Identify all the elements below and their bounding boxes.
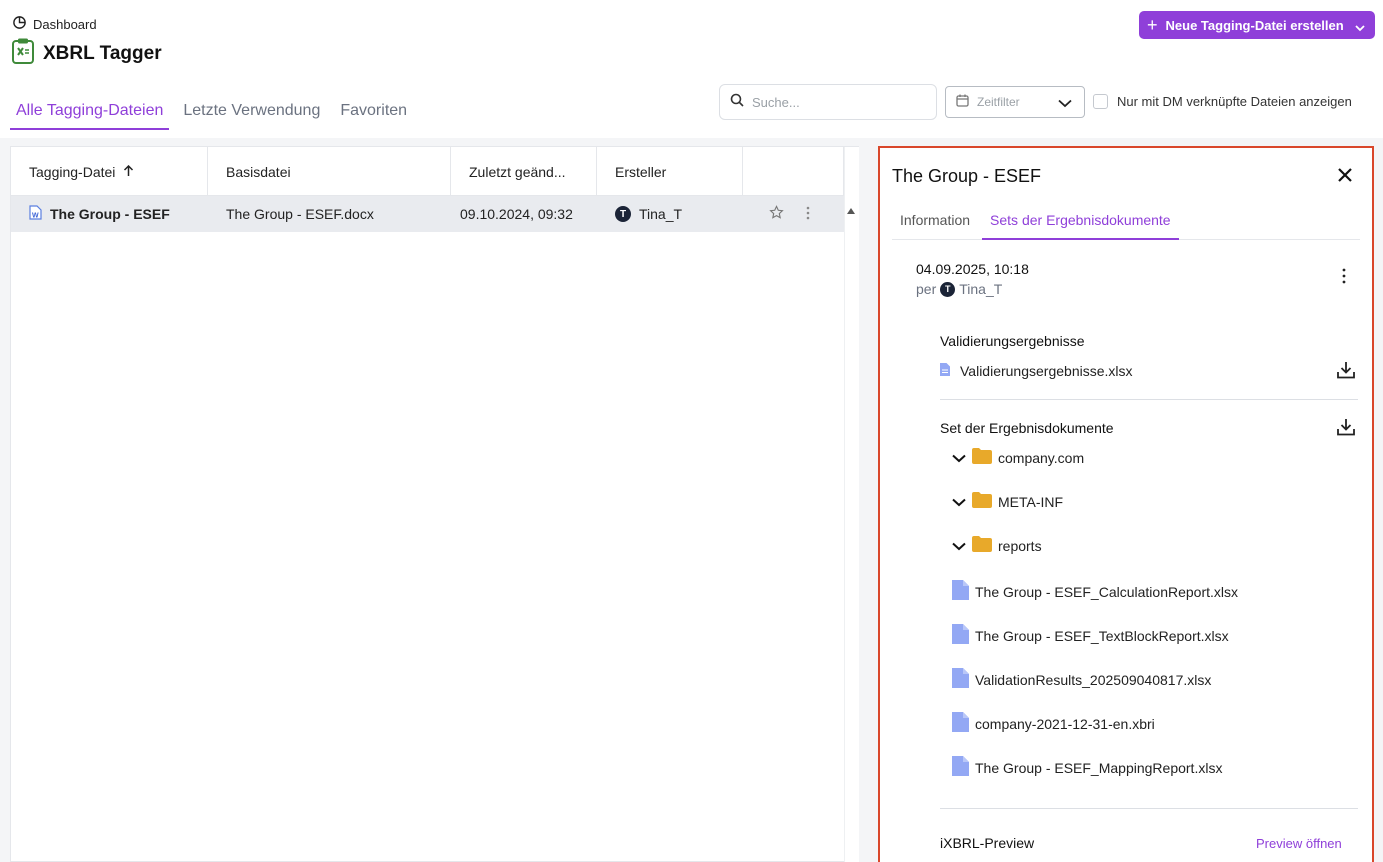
main-tabs: Alle Tagging-Dateien Letzte Verwendung F… [10,98,421,130]
star-icon[interactable] [769,205,784,223]
column-header-last-modified[interactable]: Zuletzt geänd... [451,147,597,196]
avatar: T [615,206,631,222]
table-header: Tagging-Datei Basisdatei Zuletzt geänd..… [11,147,844,196]
xbrl-tagger-logo-icon [12,38,34,70]
set-timestamp: 04.09.2025, 10:18 [916,261,1029,277]
column-header-actions [743,147,844,196]
dm-linked-checkbox[interactable] [1093,94,1108,109]
tagging-file-name[interactable]: The Group - ESEF [50,206,170,222]
table-row[interactable]: W The Group - ESEF The Group - ESEF.docx… [11,196,844,232]
folder-icon [972,492,992,511]
breadcrumb[interactable]: Dashboard [12,15,97,33]
avatar: T [940,281,956,297]
plus-icon: + [1147,15,1158,35]
column-header-base-file[interactable]: Basisdatei [208,147,451,196]
detail-panel: The Group - ESEF Information Sets der Er… [878,146,1374,862]
svg-text:W: W [32,213,39,220]
chevron-down-icon[interactable] [952,450,966,466]
file-name: The Group - ESEF_CalculationReport.xlsx [975,583,1238,600]
cell-actions [743,196,844,232]
dashboard-icon [12,15,27,33]
file-icon [952,712,969,735]
docset-section-title: Set der Ergebnisdokumente [940,420,1114,436]
breadcrumb-label: Dashboard [33,16,97,32]
ixbrl-preview-title: iXBRL-Preview [940,835,1035,851]
detail-tabs: Information Sets der Ergebnisdokumente [892,208,1360,240]
file-item[interactable]: The Group - ESEF_CalculationReport.xlsx [952,580,1238,603]
close-icon[interactable] [1338,168,1352,187]
folder-name: META-INF [998,493,1064,510]
search-box[interactable] [719,84,937,120]
file-name: company-2021-12-31-en.xbri [975,715,1155,732]
calendar-icon [956,94,969,110]
cell-creator: T Tina_T [597,196,743,232]
chevron-down-icon[interactable] [952,538,966,554]
divider [940,399,1358,400]
folder-icon [972,536,992,555]
validation-section-title: Validierungsergebnisse [940,333,1085,349]
file-item[interactable]: ValidationResults_202509040817.xlsx [952,668,1211,691]
detail-title: The Group - ESEF [892,166,1042,186]
folder-company-com[interactable]: company.com [952,448,1084,467]
time-filter-placeholder: Zeitfilter [977,95,1020,109]
set-author: per T Tina_T [916,281,1003,297]
search-icon [730,93,744,112]
column-header-tagging-file[interactable]: Tagging-Datei [11,147,208,196]
scroll-up-arrow-icon[interactable] [847,201,855,219]
table-scrollbar[interactable] [844,147,859,862]
file-name: The Group - ESEF_TextBlockReport.xlsx [975,627,1229,644]
folder-icon [972,448,992,467]
folder-reports[interactable]: reports [952,536,1042,555]
tab-recent[interactable]: Letzte Verwendung [177,98,326,130]
app-title-text: XBRL Tagger [43,43,162,64]
file-icon [952,624,969,647]
divider [940,808,1358,809]
download-validation-icon[interactable] [1336,360,1356,385]
tab-result-document-sets[interactable]: Sets der Ergebnisdokumente [982,208,1179,240]
more-vertical-icon[interactable] [806,206,810,223]
tab-favorites[interactable]: Favoriten [334,98,413,130]
open-preview-link[interactable]: Preview öffnen [1256,836,1342,851]
new-tagging-file-label: Neue Tagging-Datei erstellen [1165,17,1344,33]
cell-base-file: The Group - ESEF.docx [226,206,374,222]
file-icon [952,756,969,779]
dm-linked-label: Nur mit DM verknüpfte Dateien anzeigen [1117,94,1352,109]
file-item[interactable]: company-2021-12-31-en.xbri [952,712,1155,735]
file-icon [952,668,969,691]
file-name: The Group - ESEF_MappingReport.xlsx [975,759,1223,776]
file-item[interactable]: The Group - ESEF_MappingReport.xlsx [952,756,1222,779]
folder-name: reports [998,537,1042,554]
cell-last-modified: 09.10.2024, 09:32 [460,206,573,222]
chevron-down-icon[interactable] [1355,20,1365,35]
column-header-creator[interactable]: Ersteller [597,147,743,196]
sort-ascending-icon[interactable] [123,164,134,180]
creator-name: Tina_T [639,206,683,222]
file-item[interactable]: The Group - ESEF_TextBlockReport.xlsx [952,624,1229,647]
tab-all-tagging-files[interactable]: Alle Tagging-Dateien [10,98,170,130]
tagging-files-table: Tagging-Datei Basisdatei Zuletzt geänd..… [10,146,859,862]
file-icon [940,363,950,379]
file-name: ValidationResults_202509040817.xlsx [975,671,1212,688]
dm-linked-filter[interactable]: Nur mit DM verknüpfte Dateien anzeigen [1093,94,1352,109]
validation-file-name[interactable]: Validierungsergebnisse.xlsx [960,363,1133,379]
chevron-down-icon[interactable] [952,494,966,510]
chevron-down-icon [1058,97,1072,111]
validation-file-item[interactable]: Validierungsergebnisse.xlsx [940,363,1133,379]
search-input[interactable] [752,94,922,110]
new-tagging-file-button[interactable]: + Neue Tagging-Datei erstellen [1139,11,1375,39]
file-icon [952,580,969,603]
folder-name: company.com [998,449,1085,466]
tab-information[interactable]: Information [892,208,978,240]
more-vertical-icon[interactable] [1342,268,1346,289]
folder-meta-inf[interactable]: META-INF [952,492,1063,511]
download-docset-icon[interactable] [1336,417,1356,442]
page-title: XBRL Tagger [12,38,162,70]
time-filter-select[interactable]: Zeitfilter [945,86,1085,118]
word-file-icon: W [29,205,42,223]
cell-tagging-file: W The Group - ESEF [11,196,208,232]
